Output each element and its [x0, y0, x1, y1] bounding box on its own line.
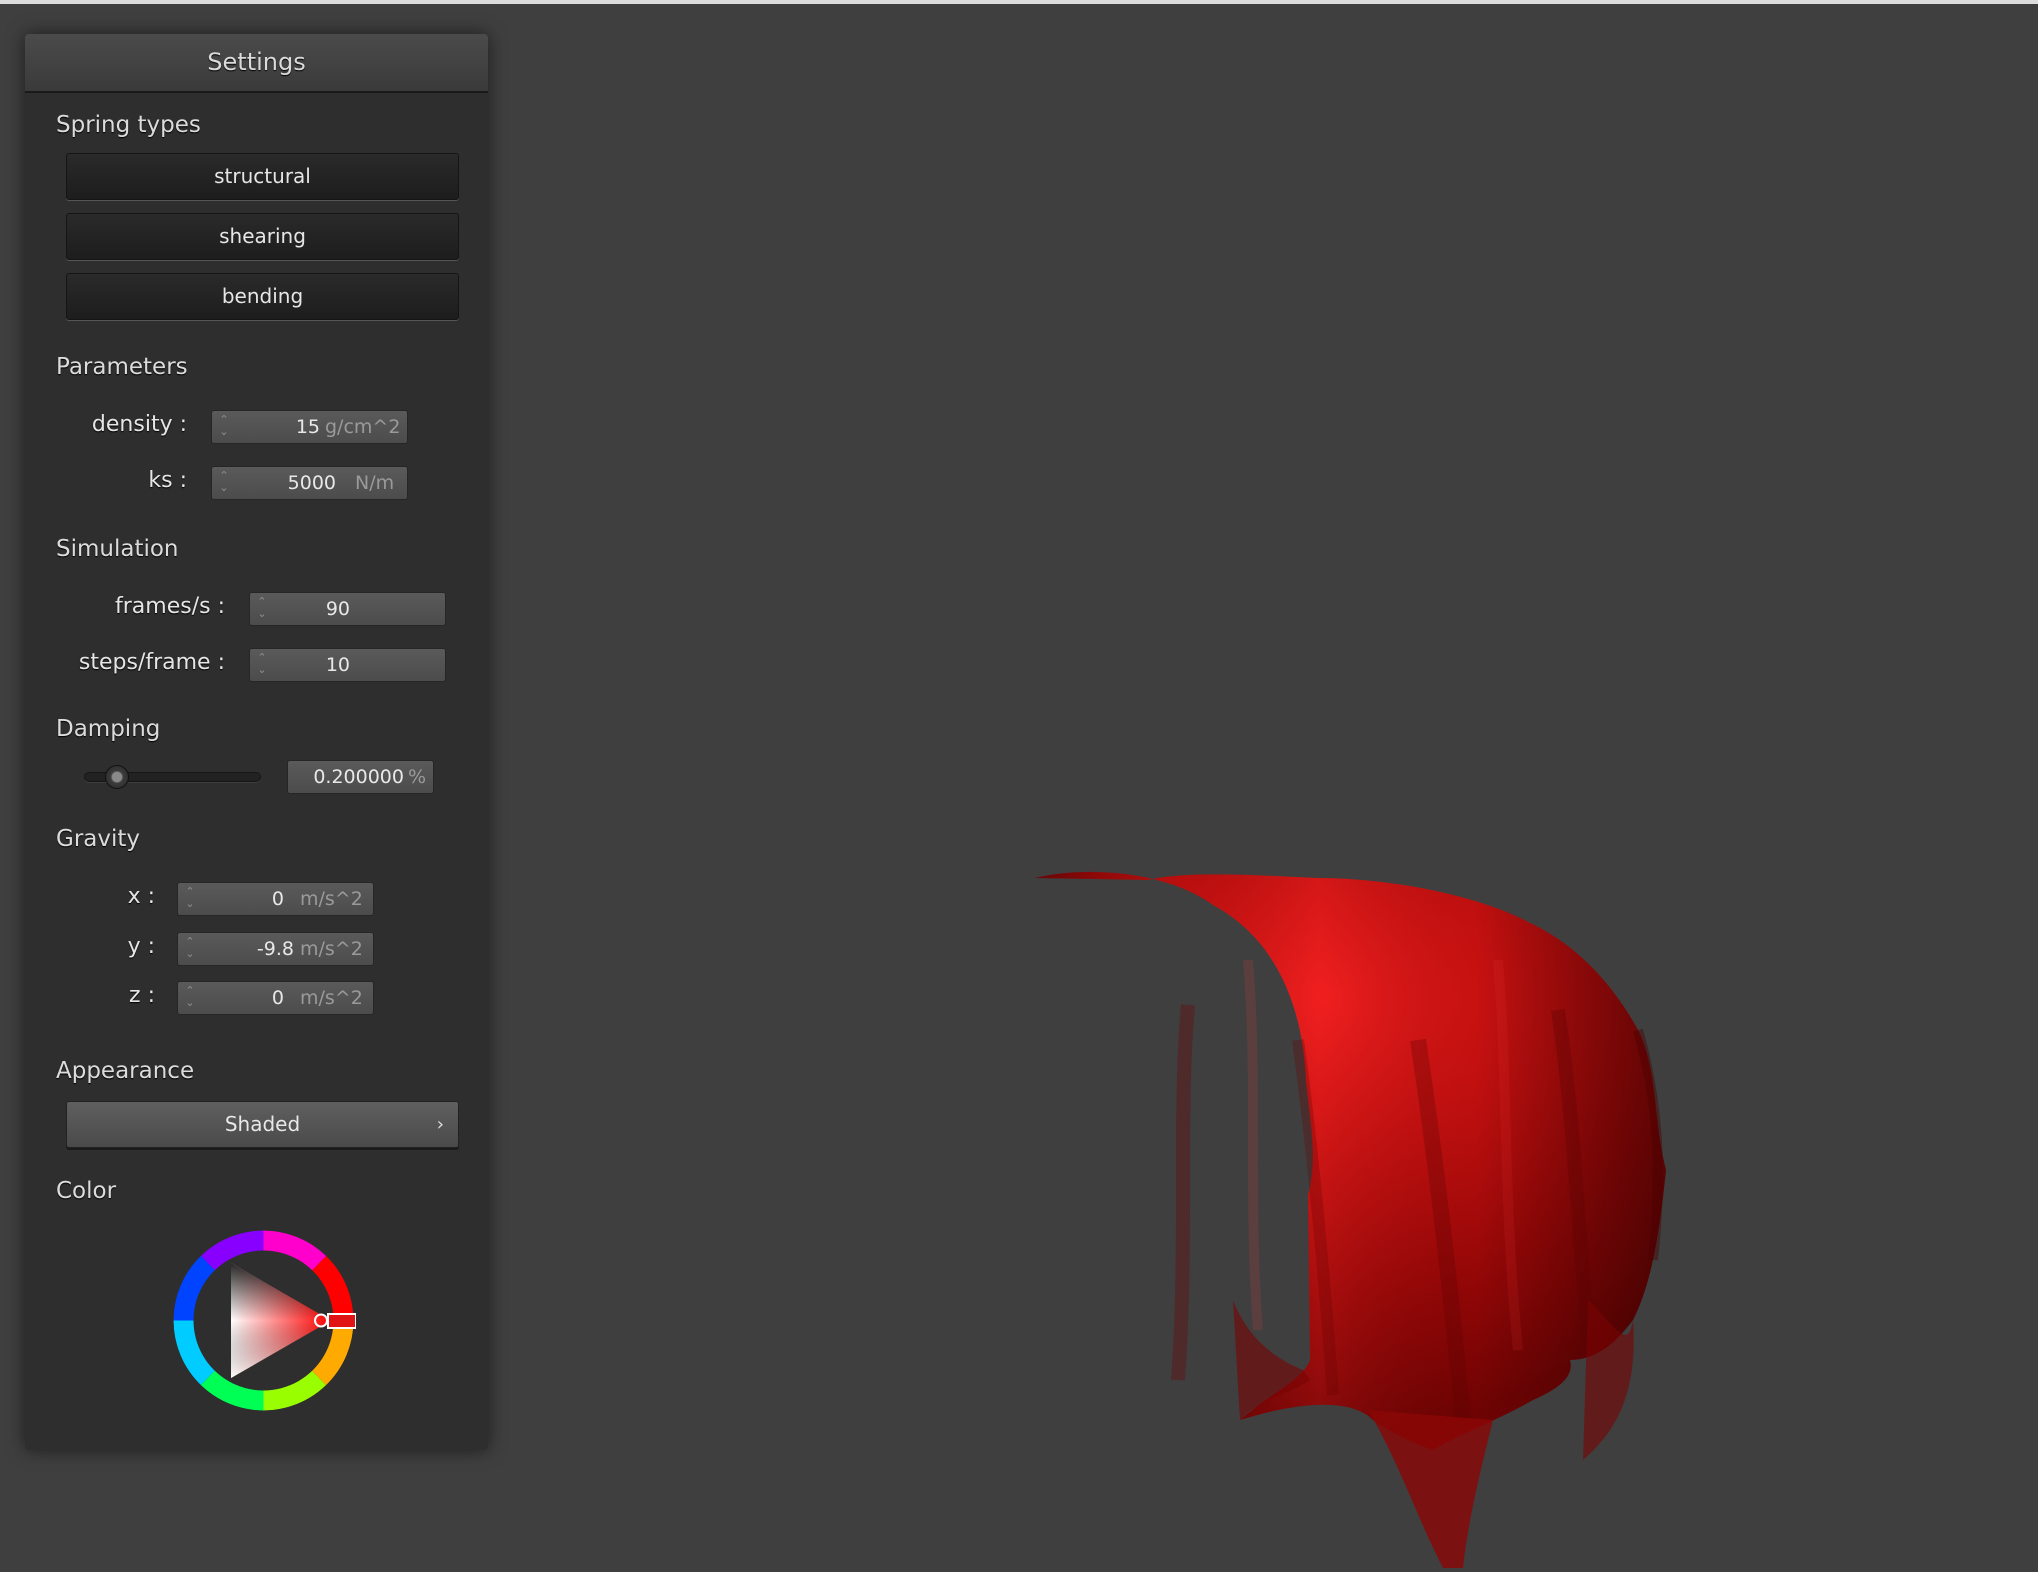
appearance-selected-value: Shaded — [224, 1112, 301, 1136]
steps-spinner-icon[interactable]: ⌃ ⌄ — [256, 652, 268, 678]
gravity-y-unit: m/s^2 — [300, 938, 363, 960]
structural-button[interactable]: structural — [66, 153, 459, 200]
ks-field[interactable]: ⌃ ⌄ 5000 N/m — [211, 466, 408, 500]
hue-selector-handle[interactable] — [327, 1313, 356, 1329]
3d-viewport[interactable] — [488, 0, 2038, 1568]
settings-panel: Settings Spring types structural shearin… — [25, 34, 488, 1450]
color-heading: Color — [56, 1178, 117, 1204]
chevron-right-icon: › — [436, 1114, 444, 1135]
steps-label: steps/frame : — [78, 650, 225, 675]
shearing-button[interactable]: shearing — [66, 213, 459, 260]
parameters-heading: Parameters — [56, 354, 188, 380]
gravity-z-label: z : — [129, 983, 155, 1008]
fps-label: frames/s : — [115, 594, 225, 619]
damping-slider-handle[interactable] — [105, 765, 129, 789]
ks-unit: N/m — [355, 472, 395, 494]
ks-label: ks : — [148, 468, 187, 493]
gravity-x-label: x : — [127, 884, 155, 909]
gravity-x-unit: m/s^2 — [300, 888, 363, 910]
gravity-z-value: 0 — [271, 987, 284, 1009]
ks-spinner-icon[interactable]: ⌃ ⌄ — [218, 470, 230, 496]
density-spinner-icon[interactable]: ⌃ ⌄ — [218, 414, 230, 440]
color-wheel[interactable] — [171, 1228, 356, 1413]
gravity-y-spinner-icon[interactable]: ⌃ ⌄ — [184, 936, 196, 962]
gravity-y-field[interactable]: ⌃ ⌄ -9.8 m/s^2 — [177, 932, 374, 966]
fps-value: 90 — [325, 598, 350, 620]
steps-field[interactable]: ⌃ ⌄ 10 — [249, 648, 446, 682]
appearance-dropdown[interactable]: Shaded › — [66, 1101, 459, 1148]
gravity-z-field[interactable]: ⌃ ⌄ 0 m/s^2 — [177, 981, 374, 1015]
gravity-x-value: 0 — [271, 888, 284, 910]
fps-spinner-icon[interactable]: ⌃ ⌄ — [256, 596, 268, 622]
steps-value: 10 — [325, 654, 350, 676]
cloth-mesh — [1035, 871, 1666, 1568]
fps-field[interactable]: ⌃ ⌄ 90 — [249, 592, 446, 626]
gravity-y-label: y : — [127, 934, 155, 959]
gravity-z-unit: m/s^2 — [300, 987, 363, 1009]
spring-types-heading: Spring types — [56, 112, 201, 138]
gravity-z-spinner-icon[interactable]: ⌃ ⌄ — [184, 985, 196, 1011]
ks-value: 5000 — [287, 472, 336, 494]
density-label: density : — [91, 412, 187, 437]
bending-button[interactable]: bending — [66, 273, 459, 320]
damping-heading: Damping — [56, 716, 161, 742]
gravity-x-spinner-icon[interactable]: ⌃ ⌄ — [184, 886, 196, 912]
damping-unit: % — [408, 766, 427, 788]
density-field[interactable]: ⌃ ⌄ 15 g/cm^2 — [211, 410, 408, 444]
gravity-heading: Gravity — [56, 826, 141, 852]
simulation-heading: Simulation — [56, 536, 179, 562]
appearance-heading: Appearance — [56, 1058, 195, 1084]
damping-field[interactable]: 0.200000 % — [287, 760, 434, 794]
damping-value: 0.200000 — [313, 766, 404, 788]
panel-title[interactable]: Settings — [25, 34, 488, 93]
gravity-x-field[interactable]: ⌃ ⌄ 0 m/s^2 — [177, 882, 374, 916]
gravity-y-value: -9.8 — [256, 938, 294, 960]
density-unit: g/cm^2 — [325, 416, 401, 438]
density-value: 15 — [295, 416, 320, 438]
